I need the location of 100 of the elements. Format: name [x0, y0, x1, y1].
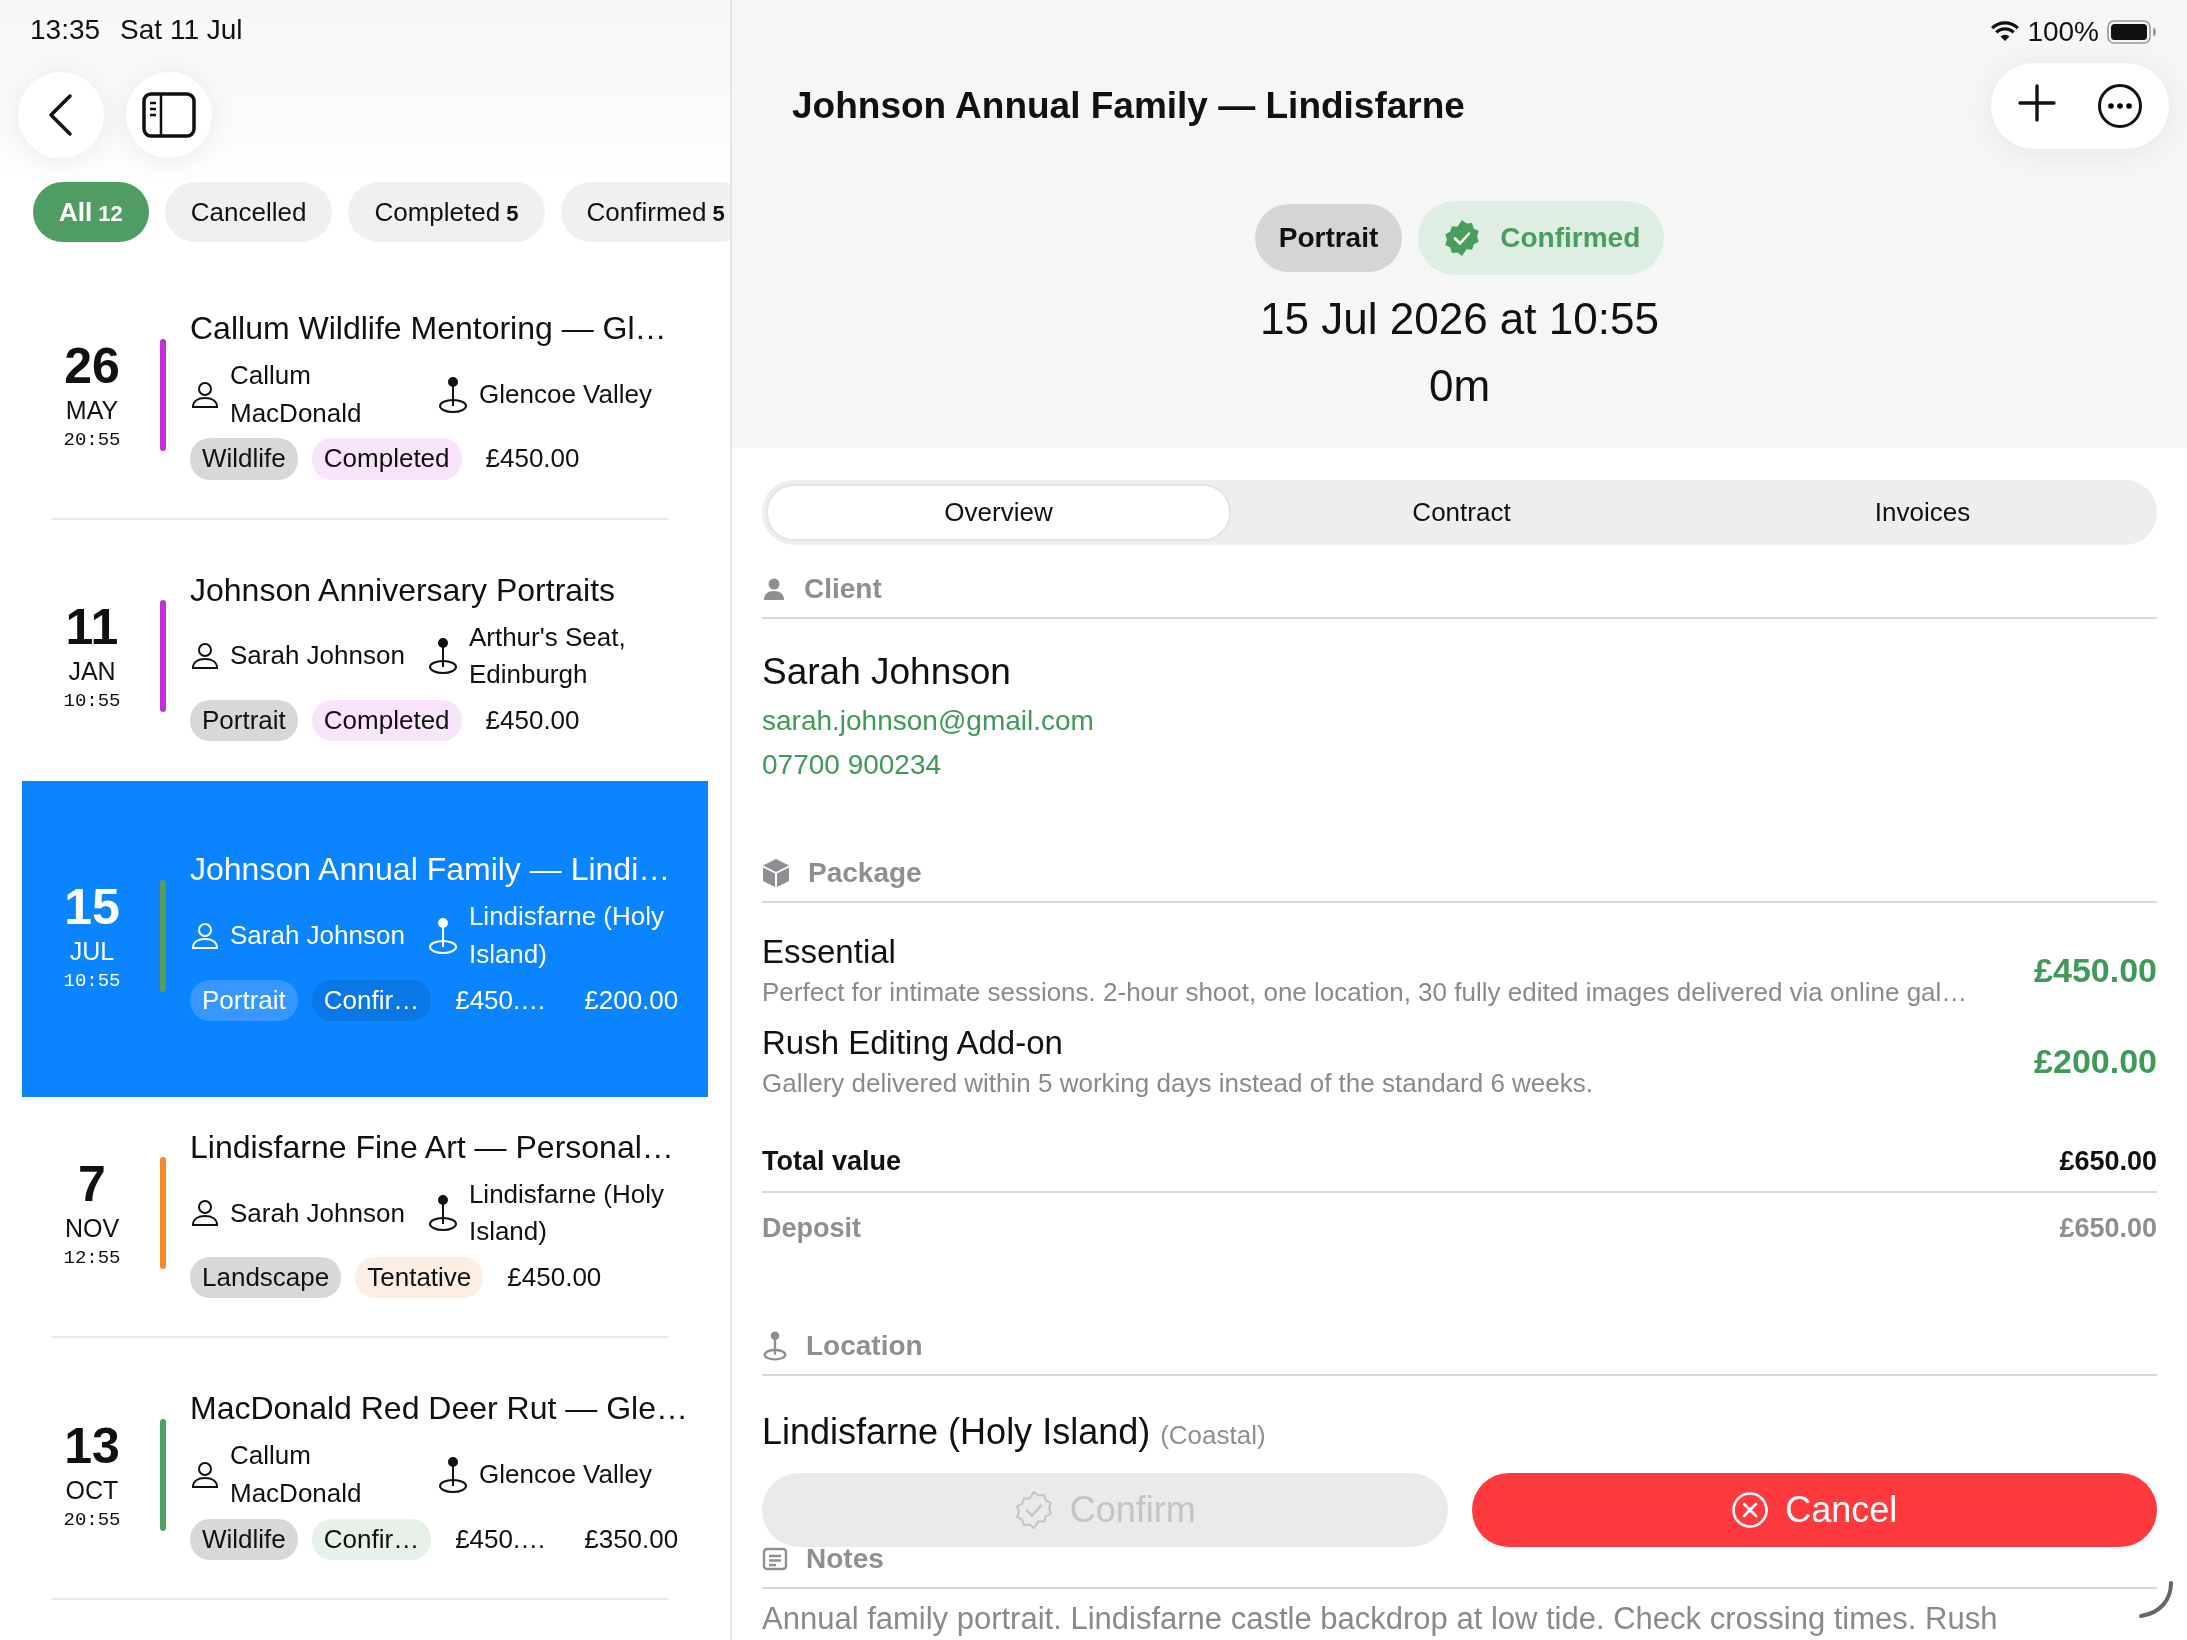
category-tag: Wildlife	[190, 438, 298, 480]
total-label: Total value	[762, 1146, 902, 1177]
booking-day: 26	[64, 338, 120, 394]
more-icon	[2097, 83, 2143, 129]
booking-datetime: 15 Jul 2026 at 10:55	[1260, 294, 1659, 344]
booking-title: Johnson Anniversary Portraits	[190, 571, 617, 609]
client-name: Callum MacDonald	[230, 359, 363, 430]
booking-time: 20:55	[63, 428, 121, 451]
booking-amount: £450.…	[455, 984, 547, 1016]
detail-title: Johnson Annual Family — Lindisfarne	[792, 85, 1465, 127]
booking-amount: £450.00	[507, 1262, 602, 1294]
close-circle-icon	[1731, 1491, 1770, 1529]
package-icon	[762, 858, 790, 888]
person-icon	[190, 379, 220, 410]
tab[interactable]: Invoices	[1692, 484, 2153, 541]
package-name: Essential	[762, 933, 897, 971]
battery-percent: 100%	[2027, 16, 2099, 48]
location-name: Lindisfarne (Holy Island)	[468, 1177, 665, 1249]
person-icon	[190, 1459, 220, 1490]
email-link[interactable]: sarah.johnson@gmail.com	[762, 705, 2157, 737]
filter-chip[interactable]: Completed 5	[348, 182, 545, 242]
pin-icon	[426, 637, 459, 676]
booking-time: 12:55	[63, 1247, 121, 1270]
client-name: Sarah Johnson	[230, 1196, 405, 1230]
client-name: Sarah Johnson	[230, 918, 405, 952]
deposit-value: £650.00	[2059, 1213, 2157, 1244]
battery-icon	[2107, 20, 2157, 44]
chevron-left-icon	[48, 93, 74, 137]
tab[interactable]: Overview	[766, 484, 1231, 541]
booking-amount: £200.00	[584, 984, 679, 1016]
status-date: Sat 11 Jul	[120, 14, 243, 46]
category-tag: Landscape	[190, 1257, 342, 1299]
filter-chip[interactable]: Cancelled	[164, 182, 333, 242]
section-heading: Location	[806, 1330, 923, 1362]
phone-link[interactable]: 07700 900234	[762, 749, 2157, 781]
booking-day: 15	[64, 879, 120, 935]
booking-row[interactable]: 11 JAN 10:55 Johnson Anniversary Portraits Sarah Johnson Arthur's Seat, Edinburgh Portrait Completed £450.00	[22, 549, 708, 772]
category-tag: Portrait	[1254, 204, 1403, 272]
person-icon	[190, 920, 220, 951]
booking-time: 20:55	[63, 1509, 121, 1532]
booking-amount: £450.…	[455, 1523, 547, 1555]
package-price: £450.00	[2034, 951, 2157, 990]
status-tag: Confir…	[311, 1518, 432, 1560]
more-button[interactable]	[2097, 83, 2143, 129]
booking-amount: £350.00	[584, 1523, 679, 1555]
booking-month: JUL	[69, 936, 115, 966]
person-icon	[190, 1198, 220, 1229]
booking-time: 10:55	[63, 690, 121, 713]
cancel-button[interactable]: Cancel	[1471, 1473, 2157, 1547]
location-name: Arthur's Seat, Edinburgh	[468, 620, 627, 692]
check-badge-icon	[1013, 1490, 1054, 1530]
section-heading: Package	[808, 857, 922, 889]
booking-day: 11	[65, 600, 119, 656]
booking-row[interactable]: 7 NOV 12:55 Lindisfarne Fine Art — Personal… Sarah Johnson Lindisfarne (Holy Island) Landscape Tentative £450.00	[22, 1106, 708, 1329]
total-value: £650.00	[2059, 1146, 2157, 1177]
status-tag: Completed	[311, 438, 462, 480]
notes-icon	[762, 1547, 788, 1571]
booking-time: 10:55	[63, 969, 121, 992]
booking-title: Johnson Annual Family — Lindi…	[190, 851, 672, 889]
notes-text: Annual family portrait. Lindisfarne castle backdrop at low tide. Check crossing times. Rush	[762, 1601, 1999, 1637]
category-tag: Portrait	[190, 979, 298, 1021]
booking-amount: £450.00	[485, 443, 580, 475]
status-tag: Completed	[311, 699, 462, 742]
booking-row[interactable]: 15 JUL 10:55 Johnson Annual Family — Lindi… Sarah Johnson Lindisfarne (Holy Island) Portrait Confir… £450.… £200.00	[22, 781, 708, 1097]
location-name: Lindisfarne (Holy Island)	[762, 1411, 1151, 1453]
status-tag: Confir…	[311, 979, 432, 1021]
section-heading: Client	[804, 573, 882, 605]
wifi-icon	[1991, 21, 2020, 43]
location-type: (Coastal)	[1160, 1420, 1266, 1451]
booking-month: MAY	[65, 395, 119, 425]
booking-duration: 0m	[1428, 361, 1491, 411]
booking-month: NOV	[64, 1214, 120, 1244]
client-name: Sarah Johnson	[230, 639, 405, 673]
booking-title: MacDonald Red Deer Rut — Gle…	[190, 1390, 689, 1428]
booking-amount: £450.00	[485, 705, 580, 737]
sidebar-icon	[142, 92, 196, 138]
client-name: Callum MacDonald	[230, 1439, 363, 1510]
package-description: Gallery delivered within 5 working days instead of the standard 6 weeks.	[762, 1068, 1593, 1099]
status-badge: Confirmed	[1418, 201, 1665, 275]
plus-icon	[2017, 83, 2057, 123]
package-description: Perfect for intimate sessions. 2-hour shoot, one location, 30 fully edited images delivered via online gal…	[762, 977, 1968, 1008]
booking-row[interactable]: 13 OCT 20:55 MacDonald Red Deer Rut — Gle… Callum MacDonald Glencoe Valley Wildlife Confir… £450.… £350.00	[22, 1368, 708, 1590]
booking-day: 13	[64, 1419, 120, 1475]
tab[interactable]: Contract	[1231, 484, 1692, 541]
pin-icon	[762, 1331, 788, 1361]
category-tag: Wildlife	[190, 1518, 298, 1560]
booking-row[interactable]: 26 MAY 20:55 Callum Wildlife Mentoring — Gl… Callum MacDonald Glencoe Valley Wildlife Completed £450.00	[22, 288, 708, 510]
category-tag: Portrait	[190, 699, 298, 742]
client-name: Sarah Johnson	[762, 651, 1012, 693]
booking-month: JAN	[68, 657, 116, 687]
package-name: Rush Editing Add-on	[762, 1024, 1064, 1062]
filter-chip[interactable]: Confirmed 5	[560, 182, 730, 242]
status-tag: Tentative	[355, 1257, 484, 1299]
location-name: Glencoe Valley	[479, 377, 652, 411]
deposit-label: Deposit	[762, 1213, 861, 1244]
person-icon	[762, 577, 786, 601]
pin-icon	[437, 375, 469, 414]
booking-month: OCT	[65, 1476, 119, 1506]
person-icon	[190, 641, 220, 672]
pin-icon	[426, 916, 459, 955]
